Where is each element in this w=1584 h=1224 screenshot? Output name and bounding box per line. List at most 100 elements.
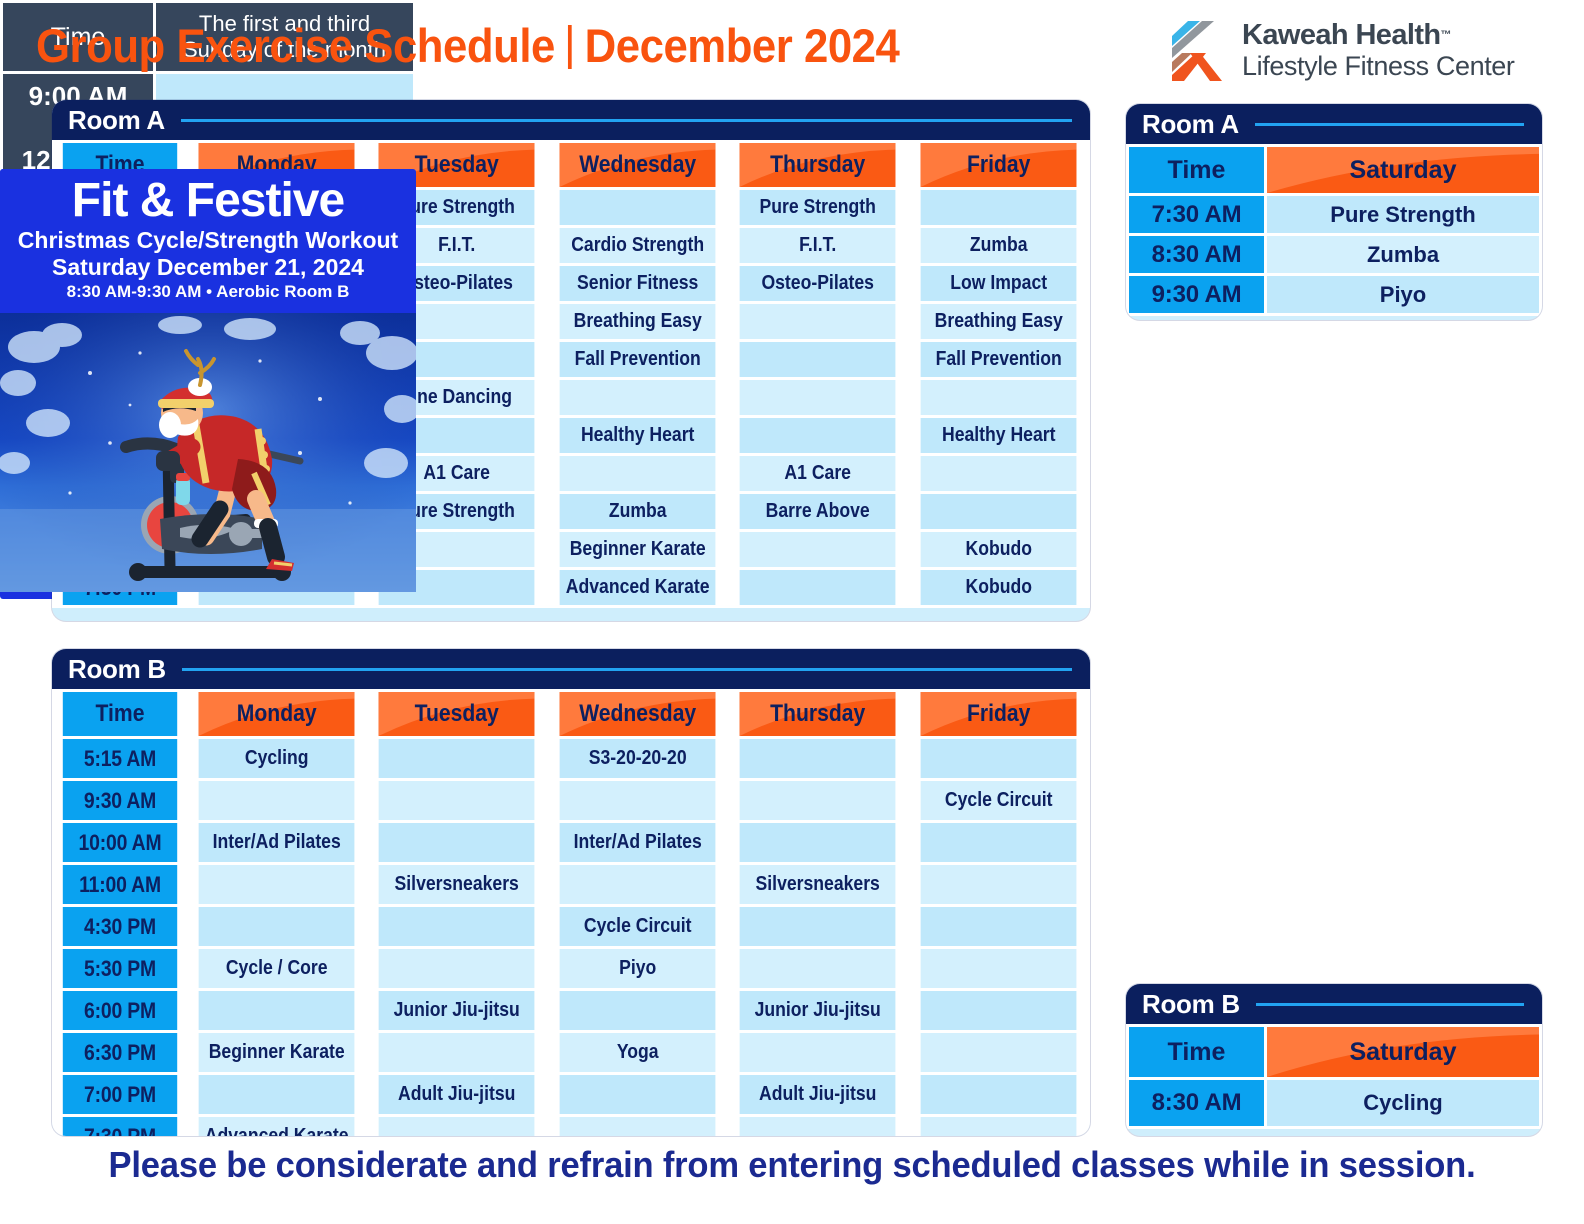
- class-cell: Osteo-Pilates: [739, 266, 896, 301]
- empty-cell: [739, 380, 896, 415]
- promo-title: Fit & Festive: [71, 174, 345, 227]
- column-header-label: Tuesday: [415, 151, 500, 178]
- class-cell: Healthy Heart: [920, 418, 1077, 453]
- empty-cell: [379, 823, 536, 862]
- class-cell: Silversneakers: [739, 865, 896, 904]
- empty-cell: [920, 1033, 1077, 1072]
- time-column-header: Time: [1129, 147, 1264, 193]
- promo-date: Saturday December 21, 2024: [52, 254, 364, 280]
- room-a-saturday-table: Time Saturday 7:30 AM Pure Strength 8:30 AM…: [1126, 144, 1542, 316]
- empty-cell: [559, 781, 716, 820]
- day-column-header-wednesday: Wednesday: [559, 143, 716, 187]
- day-column-header-friday: Friday: [920, 692, 1077, 736]
- table-row: 7:30 PM Advanced Karate: [55, 1117, 1087, 1136]
- santa-cycling-illustration: [0, 313, 416, 592]
- class-cell: Beginner Karate: [559, 532, 716, 567]
- class-cell: Cycle Circuit: [559, 907, 716, 946]
- title-rule: [1255, 1002, 1524, 1006]
- class-cell: Zumba: [920, 228, 1077, 263]
- column-header-label: Thursday: [770, 151, 866, 178]
- footer-note: Please be considerate and refrain from e…: [108, 1144, 1476, 1185]
- day-column-header-thursday: Thursday: [739, 143, 896, 187]
- empty-cell: [920, 1075, 1077, 1114]
- class-cell: Junior Jiu-jitsu: [379, 991, 536, 1030]
- time-cell: 5:15 AM: [62, 739, 178, 778]
- class-cell: Junior Jiu-jitsu: [739, 991, 896, 1030]
- time-cell: 8:30 AM: [1129, 236, 1264, 273]
- class-cell: A1 Care: [739, 456, 896, 491]
- title-rule: [181, 667, 1072, 671]
- empty-cell: [920, 991, 1077, 1030]
- empty-cell: [739, 949, 896, 988]
- time-cell: 9:30 AM: [1129, 276, 1264, 313]
- empty-cell: [379, 1033, 536, 1072]
- time-cell: 6:30 PM: [62, 1033, 178, 1072]
- trademark-icon: ™: [1440, 29, 1452, 41]
- class-cell: Cycle Circuit: [920, 781, 1077, 820]
- class-cell: Cycle / Core: [198, 949, 355, 988]
- promo-header: Fit & Festive Christmas Cycle/Strength W…: [0, 169, 416, 313]
- day-column-header-saturday: Saturday: [1267, 147, 1539, 193]
- empty-cell: [920, 907, 1077, 946]
- room-a-saturday-card: Room A Time Saturday 7:30 AM Pure Strength…: [1126, 104, 1542, 320]
- time-cell: 7:30 PM: [62, 1117, 178, 1136]
- empty-cell: [739, 342, 896, 377]
- column-header-label: Friday: [966, 700, 1030, 727]
- title-divider: [567, 25, 572, 69]
- table-header-row: Time Monday Tuesday Wednesday Thursday Friday: [55, 692, 1087, 736]
- time-cell: 11:00 AM: [62, 865, 178, 904]
- class-cell: Breathing Easy: [559, 304, 716, 339]
- empty-cell: [739, 532, 896, 567]
- room-b-weekday-title: Room B: [52, 649, 1090, 689]
- column-header-label: Saturday: [1349, 155, 1457, 184]
- room-b-weekday-card: Room B Time Monday Tuesday Wednesday Thursda…: [52, 649, 1090, 1136]
- empty-cell: [559, 1117, 716, 1136]
- empty-cell: [739, 418, 896, 453]
- empty-cell: [739, 304, 896, 339]
- empty-cell: [920, 190, 1077, 225]
- empty-cell: [559, 190, 716, 225]
- column-header-label: Saturday: [1349, 1037, 1457, 1066]
- room-b-saturday-card: Room B Time Saturday 8:30 AM Cycling: [1126, 984, 1542, 1136]
- column-header-label: Wednesday: [578, 700, 696, 727]
- empty-cell: [739, 823, 896, 862]
- empty-cell: [739, 570, 896, 605]
- empty-cell: [920, 494, 1077, 529]
- table-body: 8:30 AM Cycling: [1129, 1080, 1539, 1126]
- room-b-weekday-table: Time Monday Tuesday Wednesday Thursday Friday…: [52, 689, 1090, 1136]
- class-cell: S3-20-20-20: [559, 739, 716, 778]
- class-cell: Cycling: [198, 739, 355, 778]
- title-rule: [180, 118, 1072, 122]
- column-header-label: Monday: [236, 700, 317, 727]
- page-title: Group Exercise Schedule December 2024: [36, 18, 900, 73]
- column-header-label: Tuesday: [415, 700, 500, 727]
- class-cell: Healthy Heart: [559, 418, 716, 453]
- column-header-label: Time: [1167, 155, 1226, 184]
- day-column-header-saturday: Saturday: [1267, 1027, 1539, 1077]
- empty-cell: [920, 823, 1077, 862]
- time-cell: 8:30 AM: [1129, 1080, 1264, 1126]
- empty-cell: [559, 456, 716, 491]
- logo-wordmark: Kaweah Health™ Lifestyle Fitness Center: [1242, 19, 1515, 81]
- room-a-saturday-title: Room A: [1126, 104, 1542, 144]
- time-cell: 4:30 PM: [62, 907, 178, 946]
- table-row: 6:30 PM Beginner Karate Yoga: [55, 1033, 1087, 1072]
- table-row: 9:30 AM Cycle Circuit: [55, 781, 1087, 820]
- table-body: 7:30 AM Pure Strength 8:30 AM Zumba 9:30 AM P…: [1129, 196, 1539, 313]
- class-cell: Advanced Karate: [198, 1117, 355, 1136]
- table-row: 7:00 PM Adult Jiu-jitsu Adult Jiu-jitsu: [55, 1075, 1087, 1114]
- class-cell: Senior Fitness: [559, 266, 716, 301]
- logo-line-1: Kaweah Health™: [1242, 19, 1452, 51]
- class-cell: Piyo: [1267, 276, 1539, 313]
- empty-cell: [920, 1117, 1077, 1136]
- empty-cell: [739, 739, 896, 778]
- table-row: 9:30 AM Piyo: [1129, 276, 1539, 313]
- room-b-saturday-title: Room B: [1126, 984, 1542, 1024]
- empty-cell: [559, 991, 716, 1030]
- table-row: 10:00 AM Inter/Ad Pilates Inter/Ad Pilates: [55, 823, 1087, 862]
- page-title-left: Group Exercise Schedule: [36, 19, 555, 72]
- class-cell: Adult Jiu-jitsu: [379, 1075, 536, 1114]
- class-cell: Pure Strength: [1267, 196, 1539, 233]
- empty-cell: [559, 865, 716, 904]
- class-cell: Kobudo: [920, 532, 1077, 567]
